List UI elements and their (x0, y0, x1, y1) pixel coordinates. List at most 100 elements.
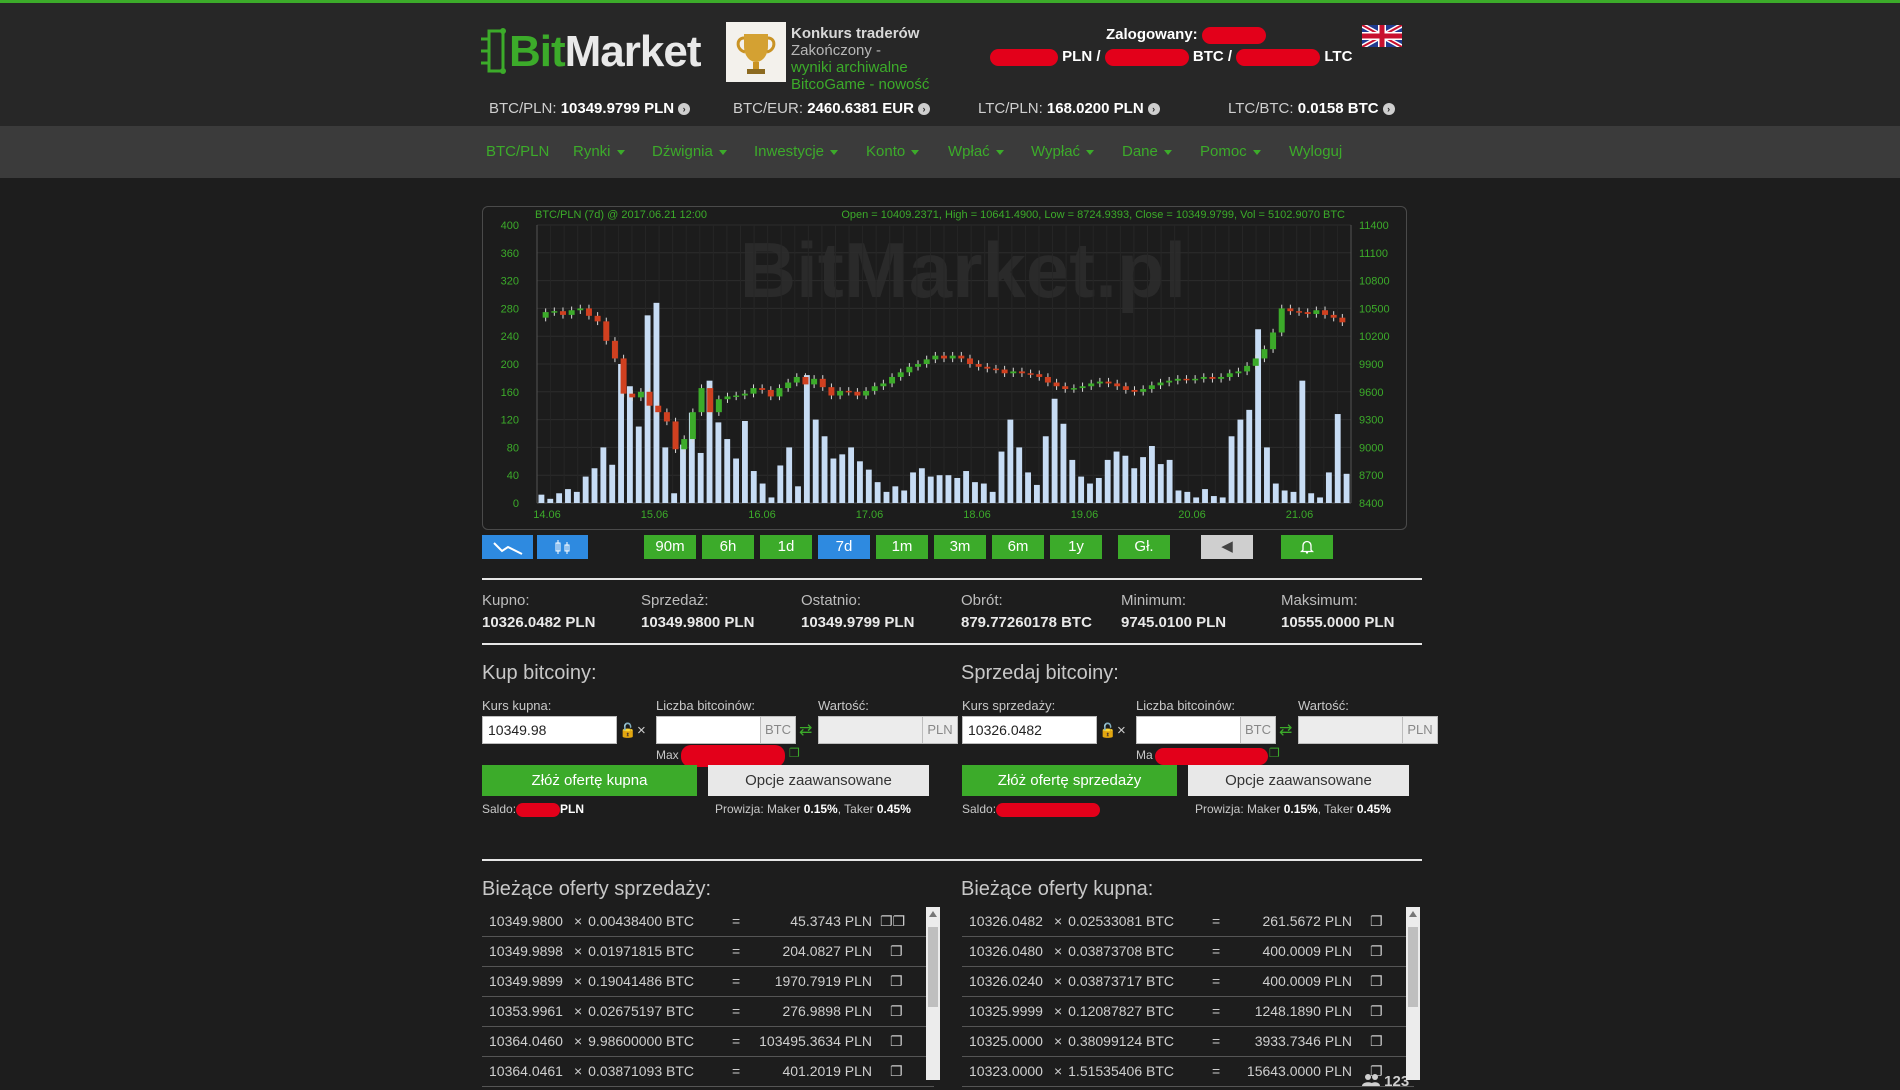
ticker-ltc-pln[interactable]: LTC/PLN: 168.0200 PLN › (978, 100, 1160, 117)
copy-icon[interactable]: ❐ (1370, 943, 1383, 960)
copy-icon[interactable]: ❐ (890, 1063, 903, 1080)
caret-down-icon (911, 149, 920, 155)
table-row[interactable]: 10323.0000 × 1.51535406 BTC = 15643.0000 PLN… (962, 1057, 1414, 1087)
sell-rate-input[interactable]: 10326.0482 (962, 716, 1097, 744)
table-row[interactable]: 10364.0461 × 0.03871093 BTC = 401.2019 PLN ❐ (482, 1057, 934, 1087)
copy-icon[interactable]: ❐ (890, 973, 903, 990)
stat-maksimum: Maksimum: 10555.0000 PLN (1281, 592, 1395, 631)
range-3m-button[interactable]: 3m (934, 535, 986, 559)
multiply-sign: × (574, 1033, 583, 1049)
range-7d-button[interactable]: 7d (818, 535, 870, 559)
nav-konto[interactable]: Konto (866, 143, 920, 160)
swap-icon[interactable]: ⇄ (799, 720, 812, 740)
ticker-btc-pln[interactable]: BTC/PLN: 10349.9799 PLN › (489, 100, 691, 117)
nav-wplac[interactable]: Wpłać (948, 143, 1004, 160)
range-1y-button[interactable]: 1y (1050, 535, 1102, 559)
buy-rate-input[interactable]: 10349.98 (482, 716, 617, 744)
table-row[interactable]: 10325.9999 × 0.12087827 BTC = 1248.1890 PLN ❐ (962, 997, 1414, 1027)
copy-icon[interactable]: ❐ (1370, 1063, 1383, 1080)
nav-dzwignia[interactable]: Dźwignia (652, 143, 727, 160)
volume-bar (1272, 483, 1279, 503)
range-1m-button[interactable]: 1m (876, 535, 928, 559)
offer-amount: 0.38099124 BTC (1068, 1033, 1174, 1049)
candle-body (1036, 374, 1043, 377)
swap-icon[interactable]: ⇄ (1279, 720, 1292, 740)
copy-icon[interactable]: ❐ (890, 943, 903, 960)
candle-body (880, 383, 887, 387)
line-chart-toggle[interactable] (482, 535, 533, 559)
table-row[interactable]: 10349.9800 × 0.00438400 BTC = 45.3743 PLN ❐❐ (482, 907, 934, 937)
candle-body (949, 355, 956, 359)
offer-price: 10325.9999 (969, 1003, 1043, 1019)
nav-wyloguj[interactable]: Wyloguj (1289, 143, 1342, 160)
nav-dane[interactable]: Dane (1122, 143, 1172, 160)
x-tick: 15.06 (641, 509, 669, 521)
buy-value-input[interactable] (818, 716, 924, 744)
sell-value-input[interactable] (1298, 716, 1404, 744)
copy-icon[interactable]: ❐ (1269, 746, 1280, 760)
copy-icon[interactable]: ❐ (789, 746, 800, 760)
table-row[interactable]: 10325.0000 × 0.38099124 BTC = 3933.7346 PLN ❐ (962, 1027, 1414, 1057)
table-row[interactable]: 10349.9899 × 0.19041486 BTC = 1970.7919 PLN ❐ (482, 967, 934, 997)
range-6m-button[interactable]: 6m (992, 535, 1044, 559)
contest-archive-link[interactable]: wyniki archiwalne (791, 59, 961, 76)
copy-icon[interactable]: ❐ (1370, 1033, 1383, 1050)
range-main-button[interactable]: Gł. (1118, 535, 1170, 559)
logo[interactable]: BitMarket (481, 23, 701, 83)
logo-market: Market (564, 27, 702, 76)
range-90m-button[interactable]: 90m (644, 535, 696, 559)
copy-icon[interactable]: ❐ (1370, 1003, 1383, 1020)
price-chart[interactable]: BitMarket.pl 0 40 80 120 160 200 240 280 320 360 40… (482, 206, 1407, 530)
ticker-ltc-btc[interactable]: LTC/BTC: 0.0158 BTC › (1228, 100, 1395, 117)
sell-offers-scrollbar[interactable] (926, 907, 940, 1080)
table-row[interactable]: 10353.9961 × 0.02675197 BTC = 276.9898 PLN ❐ (482, 997, 934, 1027)
copy-icon[interactable]: ❐ (890, 1003, 903, 1020)
buy-amount-input[interactable] (656, 716, 761, 744)
table-row[interactable]: 10364.0460 × 9.98600000 BTC = 103495.3634 PL… (482, 1027, 934, 1057)
unlock-icon[interactable]: 🔓 (619, 722, 636, 739)
caret-down-icon (718, 149, 727, 155)
copy-icon[interactable]: ❐ (890, 1033, 903, 1050)
copy-icon[interactable]: ❐ (1370, 973, 1383, 990)
alert-toggle[interactable] (1281, 535, 1333, 559)
buy-advanced-button[interactable]: Opcje zaawansowane (708, 765, 929, 796)
volume-bar (1290, 491, 1297, 503)
ticker-btc-eur[interactable]: BTC/EUR: 2460.6381 EUR › (733, 100, 930, 117)
range-6h-button[interactable]: 6h (702, 535, 754, 559)
buy-submit-button[interactable]: Złóż ofertę kupna (482, 765, 697, 796)
volume-bar (1246, 409, 1253, 503)
sound-toggle[interactable]: ◀ (1201, 535, 1253, 559)
nav-btc-pln[interactable]: BTC/PLN (486, 143, 549, 160)
candle-body (707, 388, 714, 413)
offer-value: 261.5672 PLN (1262, 913, 1352, 929)
unlock-icon[interactable]: 🔓 (1099, 722, 1116, 739)
table-row[interactable]: 10349.9898 × 0.01971815 BTC = 204.0827 PLN ❐ (482, 937, 934, 967)
sell-submit-button[interactable]: Złóż ofertę sprzedaży (962, 765, 1177, 796)
sell-advanced-button[interactable]: Opcje zaawansowane (1188, 765, 1409, 796)
nav-inwestycje[interactable]: Inwestycje (754, 143, 839, 160)
sell-amount-input[interactable] (1136, 716, 1241, 744)
y-right-tick: 10200 (1359, 331, 1390, 343)
trophy-icon[interactable] (726, 22, 786, 82)
volume-bar (1157, 464, 1164, 503)
range-1d-button[interactable]: 1d (760, 535, 812, 559)
volume-bar (1193, 497, 1200, 503)
candle-chart-toggle[interactable] (537, 535, 588, 559)
buy-offers-scrollbar[interactable] (1406, 907, 1420, 1080)
table-row[interactable]: 10326.0480 × 0.03873708 BTC = 400.0009 PLN ❐ (962, 937, 1414, 967)
table-row[interactable]: 10326.0240 × 0.03873717 BTC = 400.0009 PLN ❐ (962, 967, 1414, 997)
candle-body (1096, 381, 1103, 384)
nav-wyplac[interactable]: Wypłać (1031, 143, 1095, 160)
nav-rynki[interactable]: Rynki (573, 143, 625, 160)
candle-body (966, 358, 973, 364)
copy-icon[interactable]: ❐❐ (880, 913, 905, 930)
copy-icon[interactable]: ❐ (1370, 913, 1383, 930)
volume-bar (635, 426, 642, 503)
contest-bitcogame-link[interactable]: BitcoGame - nowość (791, 76, 961, 93)
nav-pomoc[interactable]: Pomoc (1200, 143, 1261, 160)
uk-flag-icon[interactable] (1362, 25, 1402, 47)
table-row[interactable]: 10326.0482 × 0.02533081 BTC = 261.5672 PLN ❐ (962, 907, 1414, 937)
offer-price: 10325.0000 (969, 1033, 1043, 1049)
multiply-sign: × (574, 913, 583, 929)
chart-header-left: BTC/PLN (7d) @ 2017.06.21 12:00 (535, 209, 707, 221)
